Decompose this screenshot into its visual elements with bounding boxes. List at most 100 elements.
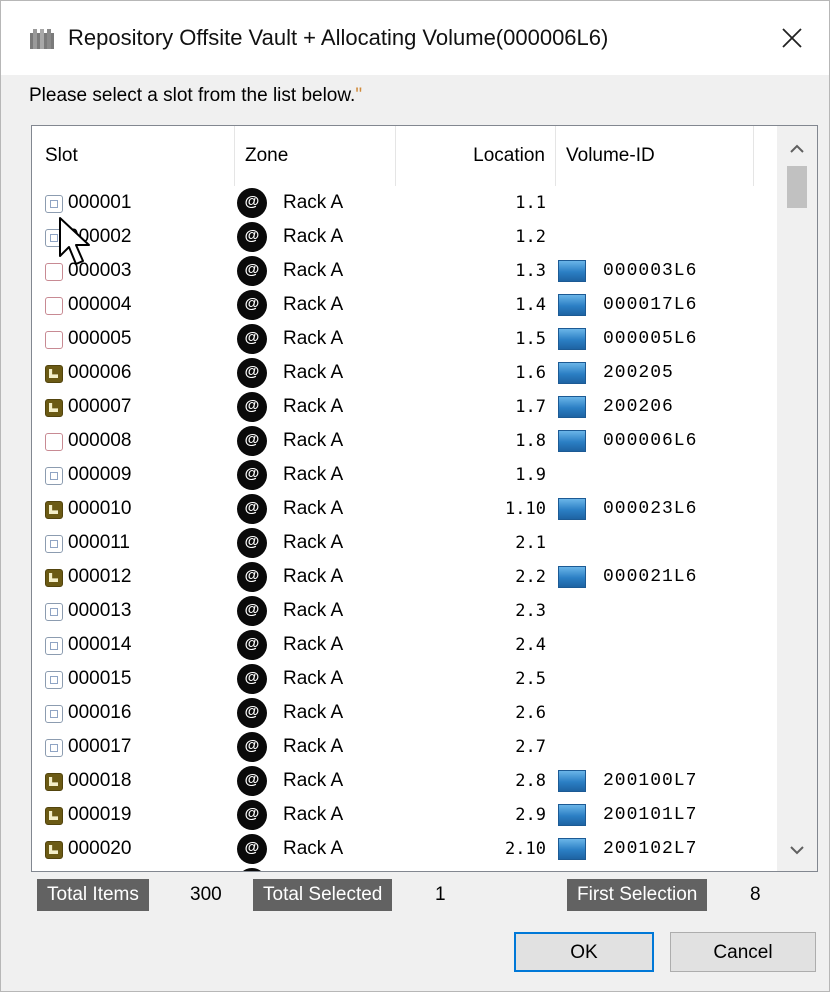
window-title: Repository Offsite Vault + Allocating Vo…	[68, 25, 609, 50]
table-row[interactable]: 000006 @ Rack A 1.6 200205	[32, 356, 778, 390]
slot-state-icon	[45, 501, 63, 519]
table-row[interactable]: 000008 @ Rack A 1.8 000006L6	[32, 424, 778, 458]
instruction-label: Please select a slot from the list below…	[29, 85, 356, 106]
table-row[interactable]: 000016 @ Rack A 2.6	[32, 696, 778, 730]
total-selected-label: Total Selected	[253, 879, 393, 911]
slot-cell: 000013	[68, 600, 132, 621]
volume-icon	[558, 328, 586, 350]
slot-cell: 000018	[68, 770, 132, 791]
zone-icon: @	[237, 460, 267, 490]
table-row[interactable]: 000020 @ Rack A 2.10 200102L7	[32, 832, 778, 866]
zone-cell: Rack A	[283, 294, 344, 315]
table-row[interactable]: 000005 @ Rack A 1.5 000005L6	[32, 322, 778, 356]
total-items-label: Total Items	[37, 879, 149, 911]
volume-icon	[558, 396, 586, 418]
instruction-mark: "	[355, 85, 363, 106]
column-header-location[interactable]: Location	[396, 126, 556, 186]
zone-icon: @	[237, 834, 267, 864]
location-cell: 2.4	[515, 635, 546, 655]
zone-cell: Rack A	[283, 260, 344, 281]
list-rows: 000001 @ Rack A 1.1 000002 @ Rack A 1.2 000003 @ R…	[32, 186, 778, 871]
table-row[interactable]: 000017 @ Rack A 2.7	[32, 730, 778, 764]
volume-id-cell: 000017L6	[603, 295, 698, 315]
zone-cell: Rack A	[283, 770, 344, 791]
slot-state-icon	[45, 195, 63, 213]
volume-icon	[558, 770, 586, 792]
slot-state-icon	[45, 569, 63, 587]
zone-cell: Rack A	[283, 396, 344, 417]
zone-cell: Rack A	[283, 668, 344, 689]
chevron-up-icon	[790, 144, 804, 153]
zone-cell: Rack A	[283, 634, 344, 655]
table-row[interactable]: 000002 @ Rack A 1.2	[32, 220, 778, 254]
column-header-volume-id[interactable]: Volume-ID	[556, 126, 754, 186]
slot-cell: 000011	[68, 532, 130, 553]
location-cell: 1.7	[515, 397, 546, 417]
volume-icon	[558, 294, 586, 316]
location-cell: 2.5	[515, 669, 546, 689]
scroll-thumb[interactable]	[787, 166, 807, 208]
slot-state-icon	[45, 399, 63, 417]
location-cell: 1.8	[515, 431, 546, 451]
instruction-text: Please select a slot from the list below…	[29, 85, 362, 107]
table-row[interactable]: 000001 @ Rack A 1.1	[32, 186, 778, 220]
slot-state-icon	[45, 773, 63, 791]
zone-icon: @	[237, 800, 267, 830]
volume-icon	[558, 498, 586, 520]
table-row[interactable]: @	[32, 866, 778, 871]
scroll-down-button[interactable]	[777, 833, 817, 867]
zone-cell: Rack A	[283, 328, 344, 349]
ok-button[interactable]: OK	[514, 932, 654, 972]
location-cell: 1.5	[515, 329, 546, 349]
location-cell: 2.6	[515, 703, 546, 723]
slot-state-icon	[45, 331, 63, 349]
zone-icon: @	[237, 494, 267, 524]
table-row[interactable]: 000014 @ Rack A 2.4	[32, 628, 778, 662]
zone-icon: @	[237, 290, 267, 320]
slot-cell: 000008	[68, 430, 132, 451]
slot-state-icon	[45, 297, 63, 315]
zone-cell: Rack A	[283, 464, 344, 485]
table-row[interactable]: 000015 @ Rack A 2.5	[32, 662, 778, 696]
slot-cell: 000015	[68, 668, 132, 689]
table-row[interactable]: 000013 @ Rack A 2.3	[32, 594, 778, 628]
location-cell	[396, 866, 546, 871]
zone-cell: Rack A	[283, 566, 344, 587]
table-row[interactable]: 000010 @ Rack A 1.10 000023L6	[32, 492, 778, 526]
scroll-up-button[interactable]	[777, 132, 817, 166]
location-cell: 1.10	[505, 499, 546, 519]
table-row[interactable]: 000012 @ Rack A 2.2 000021L6	[32, 560, 778, 594]
volume-id-cell: 200206	[603, 397, 674, 417]
column-header-zone[interactable]: Zone	[235, 126, 396, 186]
table-row[interactable]: 000018 @ Rack A 2.8 200100L7	[32, 764, 778, 798]
vertical-scrollbar[interactable]	[777, 126, 817, 871]
location-cell: 2.1	[515, 533, 546, 553]
zone-cell: Rack A	[283, 192, 344, 213]
table-row[interactable]: 000011 @ Rack A 2.1	[32, 526, 778, 560]
table-row[interactable]: 000007 @ Rack A 1.7 200206	[32, 390, 778, 424]
slot-cell: 000014	[68, 634, 132, 655]
table-row[interactable]: 000009 @ Rack A 1.9	[32, 458, 778, 492]
zone-cell: Rack A	[283, 362, 344, 383]
table-row[interactable]: 000003 @ Rack A 1.3 000003L6	[32, 254, 778, 288]
volume-id-cell: 200101L7	[603, 805, 698, 825]
volume-icon	[558, 804, 586, 826]
volume-icon	[558, 362, 586, 384]
zone-cell: Rack A	[283, 600, 344, 621]
close-button[interactable]	[755, 1, 829, 75]
table-row[interactable]: 000004 @ Rack A 1.4 000017L6	[32, 288, 778, 322]
slot-list[interactable]: Slot Zone Location Volume-ID 000001 @ Rack…	[31, 125, 818, 872]
mouse-pointer-icon	[59, 217, 90, 265]
volume-icon	[558, 566, 586, 588]
slot-state-icon	[45, 467, 63, 485]
volume-id-cell: 200100L7	[603, 771, 698, 791]
cancel-button[interactable]: Cancel	[670, 932, 816, 972]
volume-id-cell: 000003L6	[603, 261, 698, 281]
slot-cell: 000020	[68, 838, 132, 859]
table-row[interactable]: 000019 @ Rack A 2.9 200101L7	[32, 798, 778, 832]
location-cell: 1.3	[515, 261, 546, 281]
volume-id-cell: 000021L6	[603, 567, 698, 587]
slot-state-icon	[45, 739, 63, 757]
zone-icon: @	[237, 324, 267, 354]
column-header-slot[interactable]: Slot	[32, 126, 235, 186]
